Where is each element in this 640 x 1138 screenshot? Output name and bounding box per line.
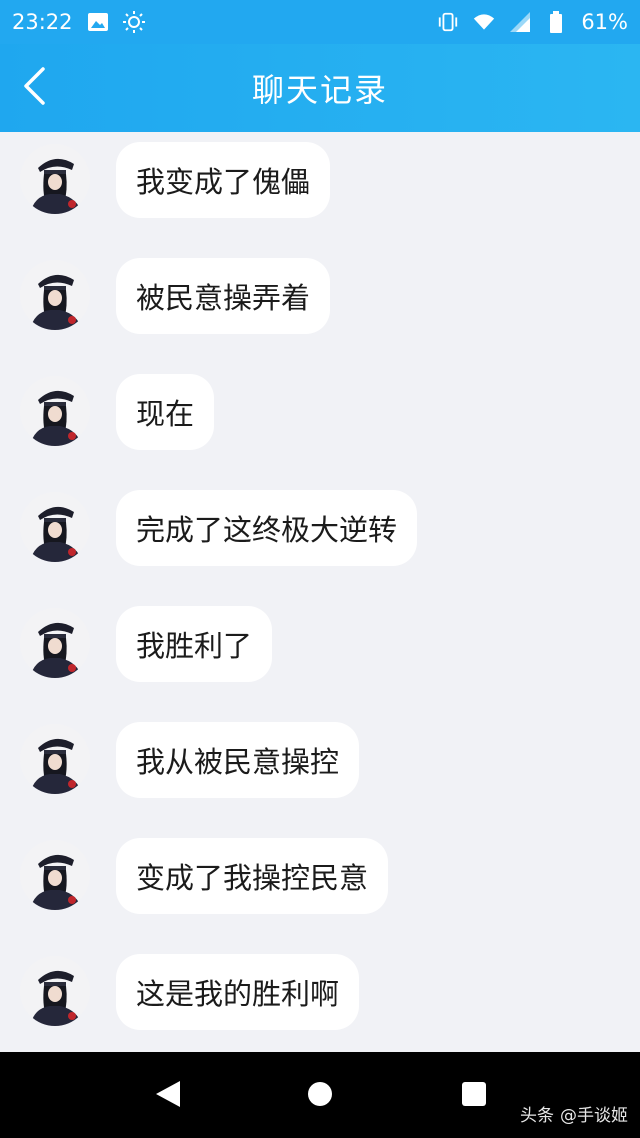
- back-button[interactable]: [10, 64, 58, 112]
- watermark-prefix: 头条: [520, 1106, 554, 1126]
- avatar[interactable]: [20, 260, 90, 330]
- watermark: 头条 @手谈姬: [520, 1101, 628, 1126]
- message-bubble[interactable]: 我胜利了: [116, 606, 273, 682]
- image-icon: [87, 11, 109, 33]
- avatar[interactable]: [20, 376, 90, 446]
- status-time: 23:22: [12, 10, 73, 34]
- chevron-left-icon: [21, 66, 47, 110]
- brightness-icon: [122, 11, 145, 33]
- title-bar: 聊天记录: [0, 44, 640, 132]
- circle-home-icon: [306, 1080, 334, 1112]
- page-title: 聊天记录: [251, 71, 388, 109]
- message-bubble[interactable]: 现在: [116, 374, 215, 450]
- message-bubble[interactable]: 我变成了傀儡: [116, 142, 331, 218]
- avatar[interactable]: [20, 144, 90, 214]
- triangle-back-icon: [154, 1079, 182, 1113]
- avatar[interactable]: [20, 492, 90, 562]
- message-row: 完成了这终极大逆转: [0, 486, 640, 586]
- wifi-icon: [473, 11, 495, 33]
- message-bubble[interactable]: 完成了这终极大逆转: [116, 490, 418, 566]
- message-bubble[interactable]: 我从被民意操控: [116, 722, 360, 798]
- vibrate-icon: [437, 11, 459, 33]
- message-bubble[interactable]: 这是我的胜利啊: [116, 954, 360, 1030]
- message-bubble[interactable]: 被民意操弄着: [116, 258, 331, 334]
- status-right: 61%: [437, 10, 628, 34]
- nav-home-button[interactable]: [302, 1078, 338, 1114]
- avatar[interactable]: [20, 956, 90, 1026]
- message-row: 我变成了傀儡: [0, 138, 640, 238]
- signal-icon: [509, 11, 531, 33]
- battery-level: 61%: [581, 10, 628, 34]
- battery-icon: [545, 11, 567, 33]
- avatar[interactable]: [20, 608, 90, 678]
- watermark-handle: @手谈姬: [560, 1106, 628, 1126]
- nav-recents-button[interactable]: [456, 1078, 492, 1114]
- message-row: 被民意操弄着: [0, 254, 640, 354]
- status-left: 23:22: [12, 10, 145, 34]
- system-nav-bar: 头条 @手谈姬: [0, 1052, 640, 1138]
- status-bar: 23:22 61%: [0, 0, 640, 44]
- chat-history[interactable]: 我变成了傀儡 被民意操弄着 现在 完成了这终极大逆转 我胜利了 我从被民意操控 …: [0, 132, 640, 1052]
- nav-back-button[interactable]: [150, 1078, 186, 1114]
- message-row: 我从被民意操控: [0, 718, 640, 818]
- message-row: 变成了我操控民意: [0, 834, 640, 934]
- avatar[interactable]: [20, 840, 90, 910]
- square-recents-icon: [460, 1080, 488, 1112]
- message-row: 我胜利了: [0, 602, 640, 702]
- avatar[interactable]: [20, 724, 90, 794]
- message-row: 这是我的胜利啊: [0, 950, 640, 1050]
- message-row: 现在: [0, 370, 640, 470]
- message-bubble[interactable]: 变成了我操控民意: [116, 838, 389, 914]
